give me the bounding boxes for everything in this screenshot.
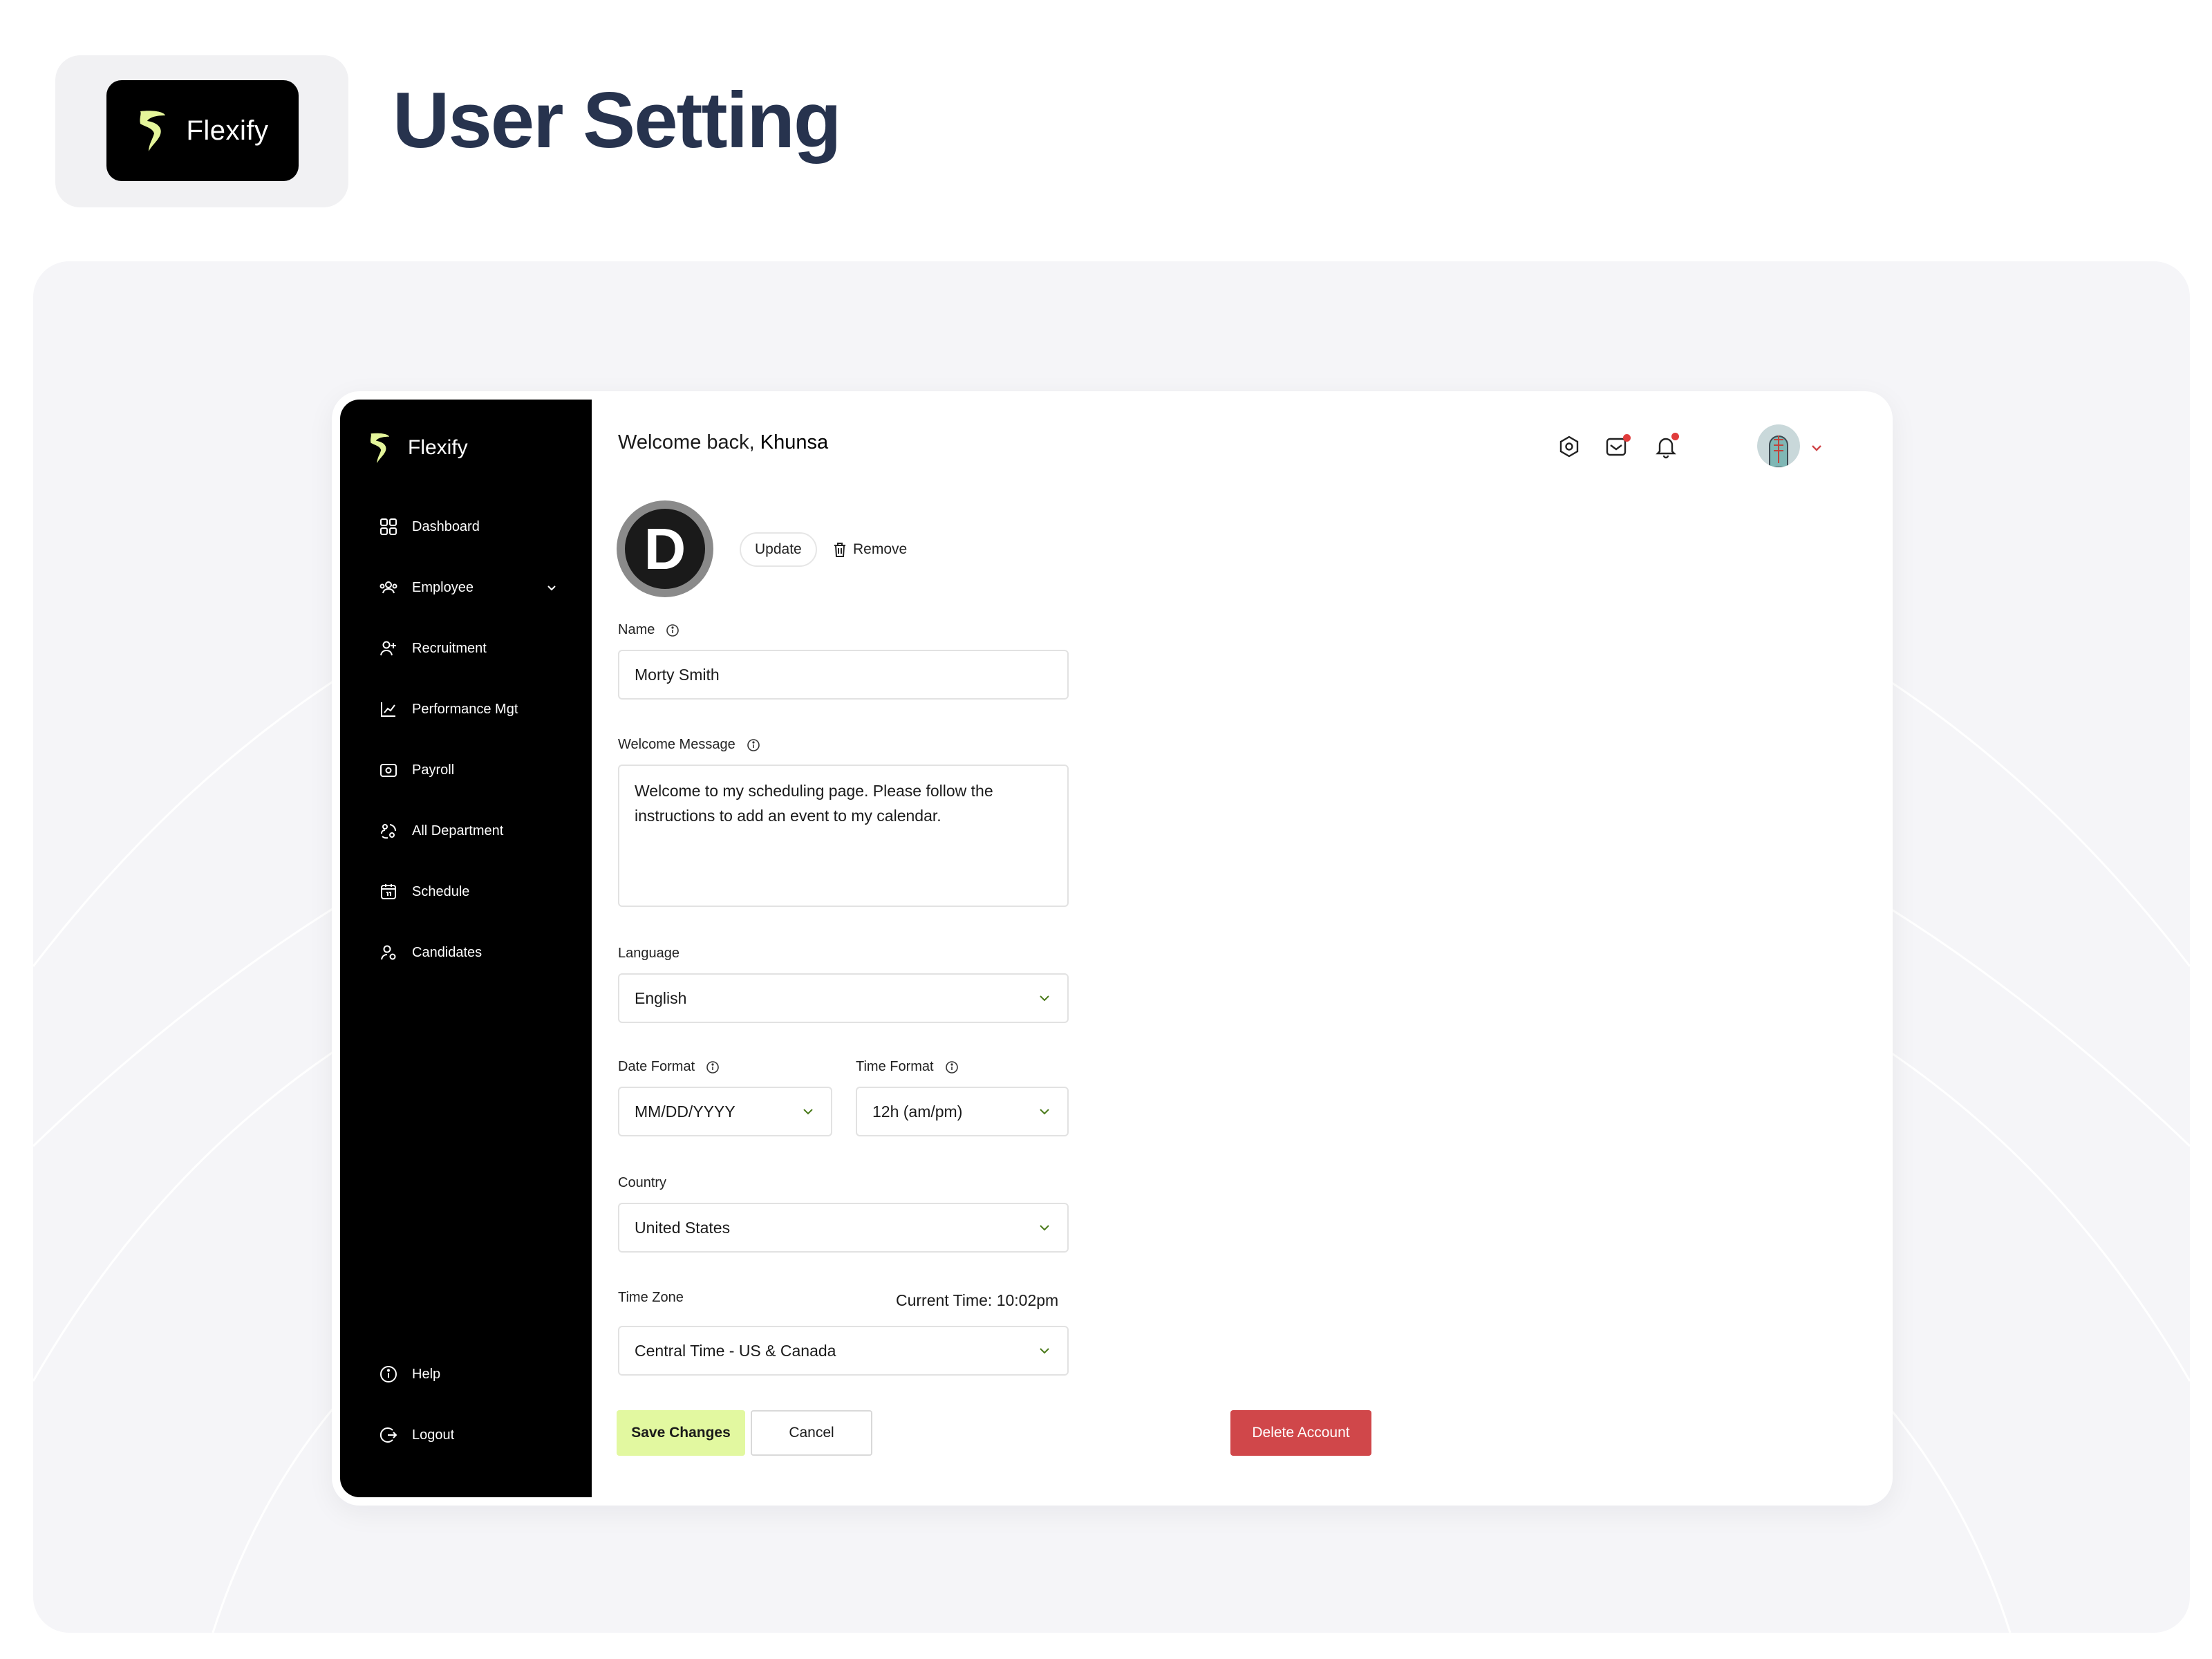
sidebar-item-logout[interactable]: Logout (379, 1421, 559, 1449)
sidebar-item-label: Payroll (412, 762, 455, 778)
chevron-down-icon (1040, 995, 1049, 1002)
info-icon[interactable] (666, 624, 679, 637)
delete-account-button[interactable]: Delete Account (1230, 1410, 1371, 1456)
name-input[interactable] (618, 650, 1069, 700)
calendar-icon (381, 884, 396, 899)
name-label-text: Name (618, 622, 655, 637)
sidebar-item-schedule[interactable]: Schedule (379, 878, 559, 906)
language-select-value: English (635, 988, 687, 1007)
welcome-user-name: Khunsa (760, 431, 829, 453)
country-label: Country (618, 1175, 666, 1191)
time-zone-select[interactable]: Central Time - US & Canada (618, 1326, 1069, 1376)
time-zone-label-text: Time Zone (618, 1290, 684, 1305)
profile-picture: D (617, 500, 713, 597)
time-format-select-value: 12h (am/pm) (872, 1102, 963, 1121)
date-format-select-value: MM/DD/YYYY (635, 1102, 735, 1121)
flexify-logo-icon (371, 433, 390, 464)
update-photo-button[interactable]: Update (740, 532, 817, 567)
cancel-button[interactable]: Cancel (751, 1410, 872, 1456)
sidebar-item-recruitment[interactable]: Recruitment (379, 635, 559, 662)
remove-photo-button[interactable]: Remove (832, 532, 907, 567)
candidates-icon (381, 945, 396, 960)
welcome-message-label-text: Welcome Message (618, 737, 735, 752)
user-avatar[interactable] (1757, 424, 1800, 467)
profile-picture-letter: D (625, 509, 705, 589)
sidebar-item-label: All Department (412, 823, 504, 838)
chart-line-icon (381, 702, 395, 717)
sidebar-item-label: Schedule (412, 883, 470, 899)
language-label-text: Language (618, 946, 679, 961)
country-select-value: United States (635, 1218, 731, 1237)
page-title: User Setting (393, 77, 841, 165)
inbox-notification-dot (1623, 434, 1631, 442)
date-format-label-text: Date Format (618, 1059, 695, 1074)
chevron-down-icon (803, 1109, 813, 1115)
department-icon (381, 824, 397, 839)
sidebar: Flexify Dashboard Employee Recruitment P… (340, 400, 592, 1497)
info-icon (380, 1366, 397, 1382)
logout-icon (379, 1427, 397, 1443)
settings-icon (1559, 435, 1579, 458)
sidebar-item-employee[interactable]: Employee (379, 574, 559, 601)
settings-button[interactable] (1554, 431, 1584, 462)
sidebar-item-help[interactable]: Help (379, 1360, 559, 1388)
info-icon[interactable] (747, 738, 760, 752)
brand-logo-tile: Flexify (55, 55, 348, 207)
chevron-down-icon (1040, 1109, 1049, 1115)
welcome-message-textarea[interactable]: Welcome to my scheduling page. Please fo… (618, 765, 1069, 907)
inbox-button[interactable] (1601, 431, 1631, 462)
sidebar-item-label: Recruitment (412, 640, 487, 656)
name-label: Name (618, 622, 679, 638)
sidebar-item-label: Candidates (412, 944, 482, 960)
account-chevron-down-icon[interactable] (1808, 440, 1825, 456)
sidebar-item-candidates[interactable]: Candidates (379, 939, 559, 966)
save-changes-button[interactable]: Save Changes (617, 1410, 745, 1456)
welcome-prefix: Welcome back, (618, 431, 755, 453)
bell-notification-dot (1671, 433, 1679, 440)
chevron-down-icon (1040, 1348, 1049, 1354)
brand-name: Flexify (186, 115, 269, 146)
sidebar-item-label: Employee (412, 579, 474, 595)
grid-icon (380, 518, 397, 535)
welcome-message-label: Welcome Message (618, 737, 760, 753)
country-select[interactable]: United States (618, 1203, 1069, 1253)
main-content: Welcome back, Khunsa D Update Remove Nam… (592, 391, 1893, 1506)
sidebar-item-all-department[interactable]: All Department (379, 817, 559, 845)
user-plus-icon (380, 641, 396, 656)
sidebar-item-payroll[interactable]: Payroll (379, 756, 559, 784)
time-format-label: Time Format (856, 1059, 959, 1075)
sidebar-item-label: Dashboard (412, 518, 480, 534)
brand-logo-badge: Flexify (106, 80, 299, 181)
time-zone-label: Time Zone (618, 1290, 684, 1306)
sidebar-brand[interactable]: Flexify (368, 431, 468, 465)
app-window: Flexify Dashboard Employee Recruitment P… (332, 391, 1893, 1506)
language-select[interactable]: English (618, 973, 1069, 1023)
flexify-logo-icon (140, 111, 166, 151)
users-icon (379, 581, 397, 594)
date-format-select[interactable]: MM/DD/YYYY (618, 1087, 832, 1136)
date-format-label: Date Format (618, 1059, 720, 1075)
sidebar-brand-name: Flexify (408, 436, 468, 459)
avatar-image (1757, 424, 1800, 467)
info-icon[interactable] (945, 1060, 959, 1074)
time-zone-select-value: Central Time - US & Canada (635, 1341, 836, 1360)
info-icon[interactable] (706, 1060, 720, 1074)
sidebar-item-label: Performance Mgt (412, 701, 518, 717)
current-time: Current Time: 10:02pm (896, 1291, 1059, 1309)
trash-icon (834, 543, 845, 557)
sidebar-item-label: Logout (412, 1427, 455, 1443)
sidebar-item-dashboard[interactable]: Dashboard (379, 513, 559, 541)
sidebar-item-performance[interactable]: Performance Mgt (379, 695, 559, 723)
language-label: Language (618, 946, 679, 962)
country-label-text: Country (618, 1175, 667, 1190)
time-format-select[interactable]: 12h (am/pm) (856, 1087, 1069, 1136)
chevron-down-icon[interactable] (545, 581, 559, 594)
chevron-down-icon (1040, 1225, 1049, 1231)
sidebar-item-label: Help (412, 1366, 441, 1382)
time-format-label-text: Time Format (856, 1059, 934, 1074)
remove-photo-label: Remove (853, 541, 908, 557)
welcome-text: Welcome back, Khunsa (618, 431, 828, 454)
notifications-button[interactable] (1651, 431, 1681, 462)
wallet-icon (380, 764, 397, 777)
